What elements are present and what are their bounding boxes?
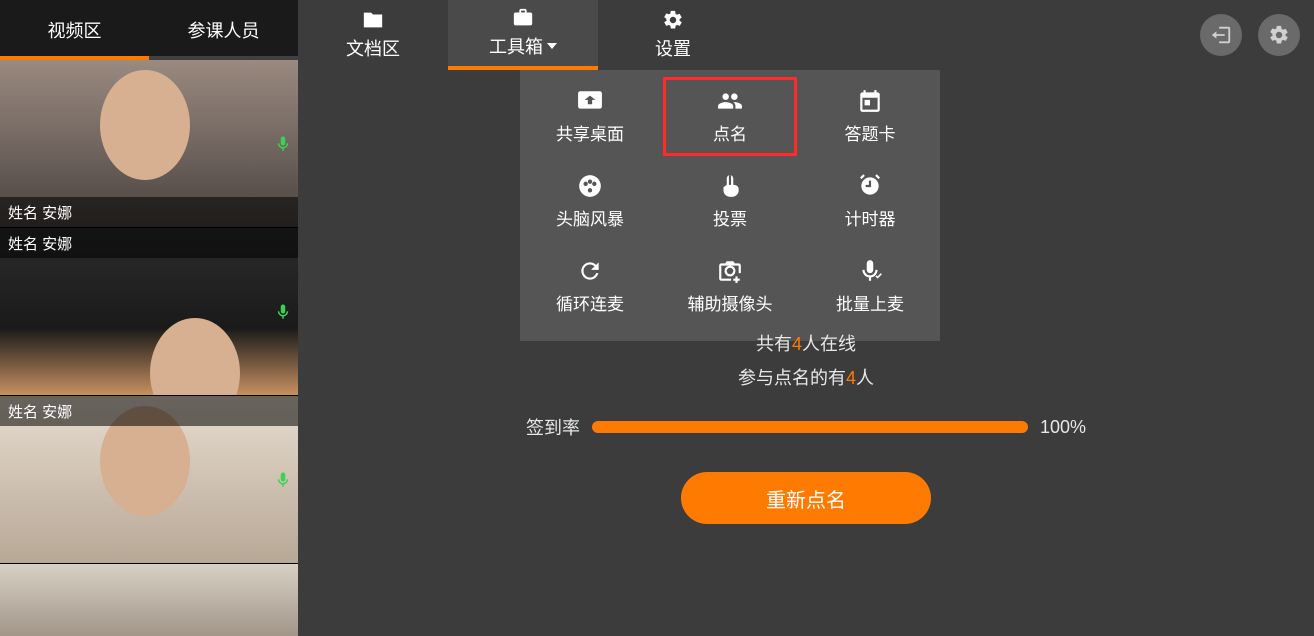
topbar-settings[interactable]: 设置 [598, 0, 748, 70]
rollcall-panel: 共有4人在线 参与点名的有4人 签到率 100% 重新点名 [526, 330, 1086, 524]
text: 人 [856, 368, 874, 388]
restart-rollcall-button[interactable]: 重新点名 [681, 472, 931, 524]
gear-icon [659, 9, 687, 31]
topbar-right [1200, 14, 1300, 56]
video-list: 姓名 安娜 姓名 安娜 姓名 安娜 姓名 安娜 [0, 60, 298, 636]
sidebar: 视频区 参课人员 姓名 安娜 姓名 安娜 姓名 安娜 姓名 安娜 [0, 0, 298, 636]
video-tile[interactable]: 姓名 安娜 [0, 396, 298, 564]
video-tile[interactable]: 姓名 安娜 [0, 228, 298, 396]
sidebar-tabs: 视频区 参课人员 [0, 0, 298, 60]
chevron-down-icon [547, 43, 557, 49]
logout-button[interactable] [1200, 14, 1242, 56]
progress-bar [592, 421, 1028, 433]
rollcall-progress-row: 签到率 100% [526, 414, 1086, 440]
button-label: 重新点名 [766, 484, 846, 513]
text: 共有 [756, 334, 792, 354]
mic-icon [274, 467, 292, 493]
mic-icon [274, 299, 292, 325]
mic-icon [274, 131, 292, 157]
rate-label: 签到率 [526, 414, 580, 440]
video-name-bar: 姓名 安娜 [0, 197, 298, 227]
topbar-toolbox[interactable]: 工具箱 [448, 0, 598, 70]
tab-participants[interactable]: 参课人员 [149, 0, 298, 60]
video-name-label: 姓名 安娜 [8, 202, 72, 223]
rate-percent: 100% [1040, 417, 1086, 438]
video-name-label: 姓名 安娜 [8, 233, 72, 254]
video-name-label: 姓名 安娜 [8, 401, 72, 422]
topbar-label: 文档区 [346, 35, 400, 61]
folder-icon [359, 9, 387, 31]
gear-icon [1268, 24, 1290, 46]
rollcall-online-line: 共有4人在线 [526, 330, 1086, 356]
logout-icon [1210, 24, 1232, 46]
video-name-bar: 姓名 安娜 [0, 396, 298, 426]
tab-video-area[interactable]: 视频区 [0, 0, 149, 60]
briefcase-icon [509, 7, 537, 29]
main-area: 共有4人在线 参与点名的有4人 签到率 100% 重新点名 [298, 70, 1314, 636]
topbar: 文档区 工具箱 设置 [298, 0, 1314, 70]
topbar-label: 工具箱 [489, 33, 543, 59]
video-tile[interactable]: 姓名 安娜 [0, 60, 298, 228]
video-name-bar: 姓名 安娜 [0, 228, 298, 258]
video-thumbnail [0, 564, 298, 636]
topbar-documents[interactable]: 文档区 [298, 0, 448, 70]
text: 参与点名的有 [738, 368, 846, 388]
video-tile[interactable]: 姓名 安娜 [0, 564, 298, 636]
participated-count: 4 [846, 368, 856, 388]
online-count: 4 [792, 334, 802, 354]
topbar-label: 设置 [655, 35, 691, 61]
rollcall-participated-line: 参与点名的有4人 [526, 364, 1086, 390]
settings-button[interactable] [1258, 14, 1300, 56]
tab-label: 视频区 [48, 17, 102, 43]
tab-label: 参课人员 [188, 17, 260, 43]
progress-fill [592, 421, 1028, 433]
text: 人在线 [802, 334, 856, 354]
